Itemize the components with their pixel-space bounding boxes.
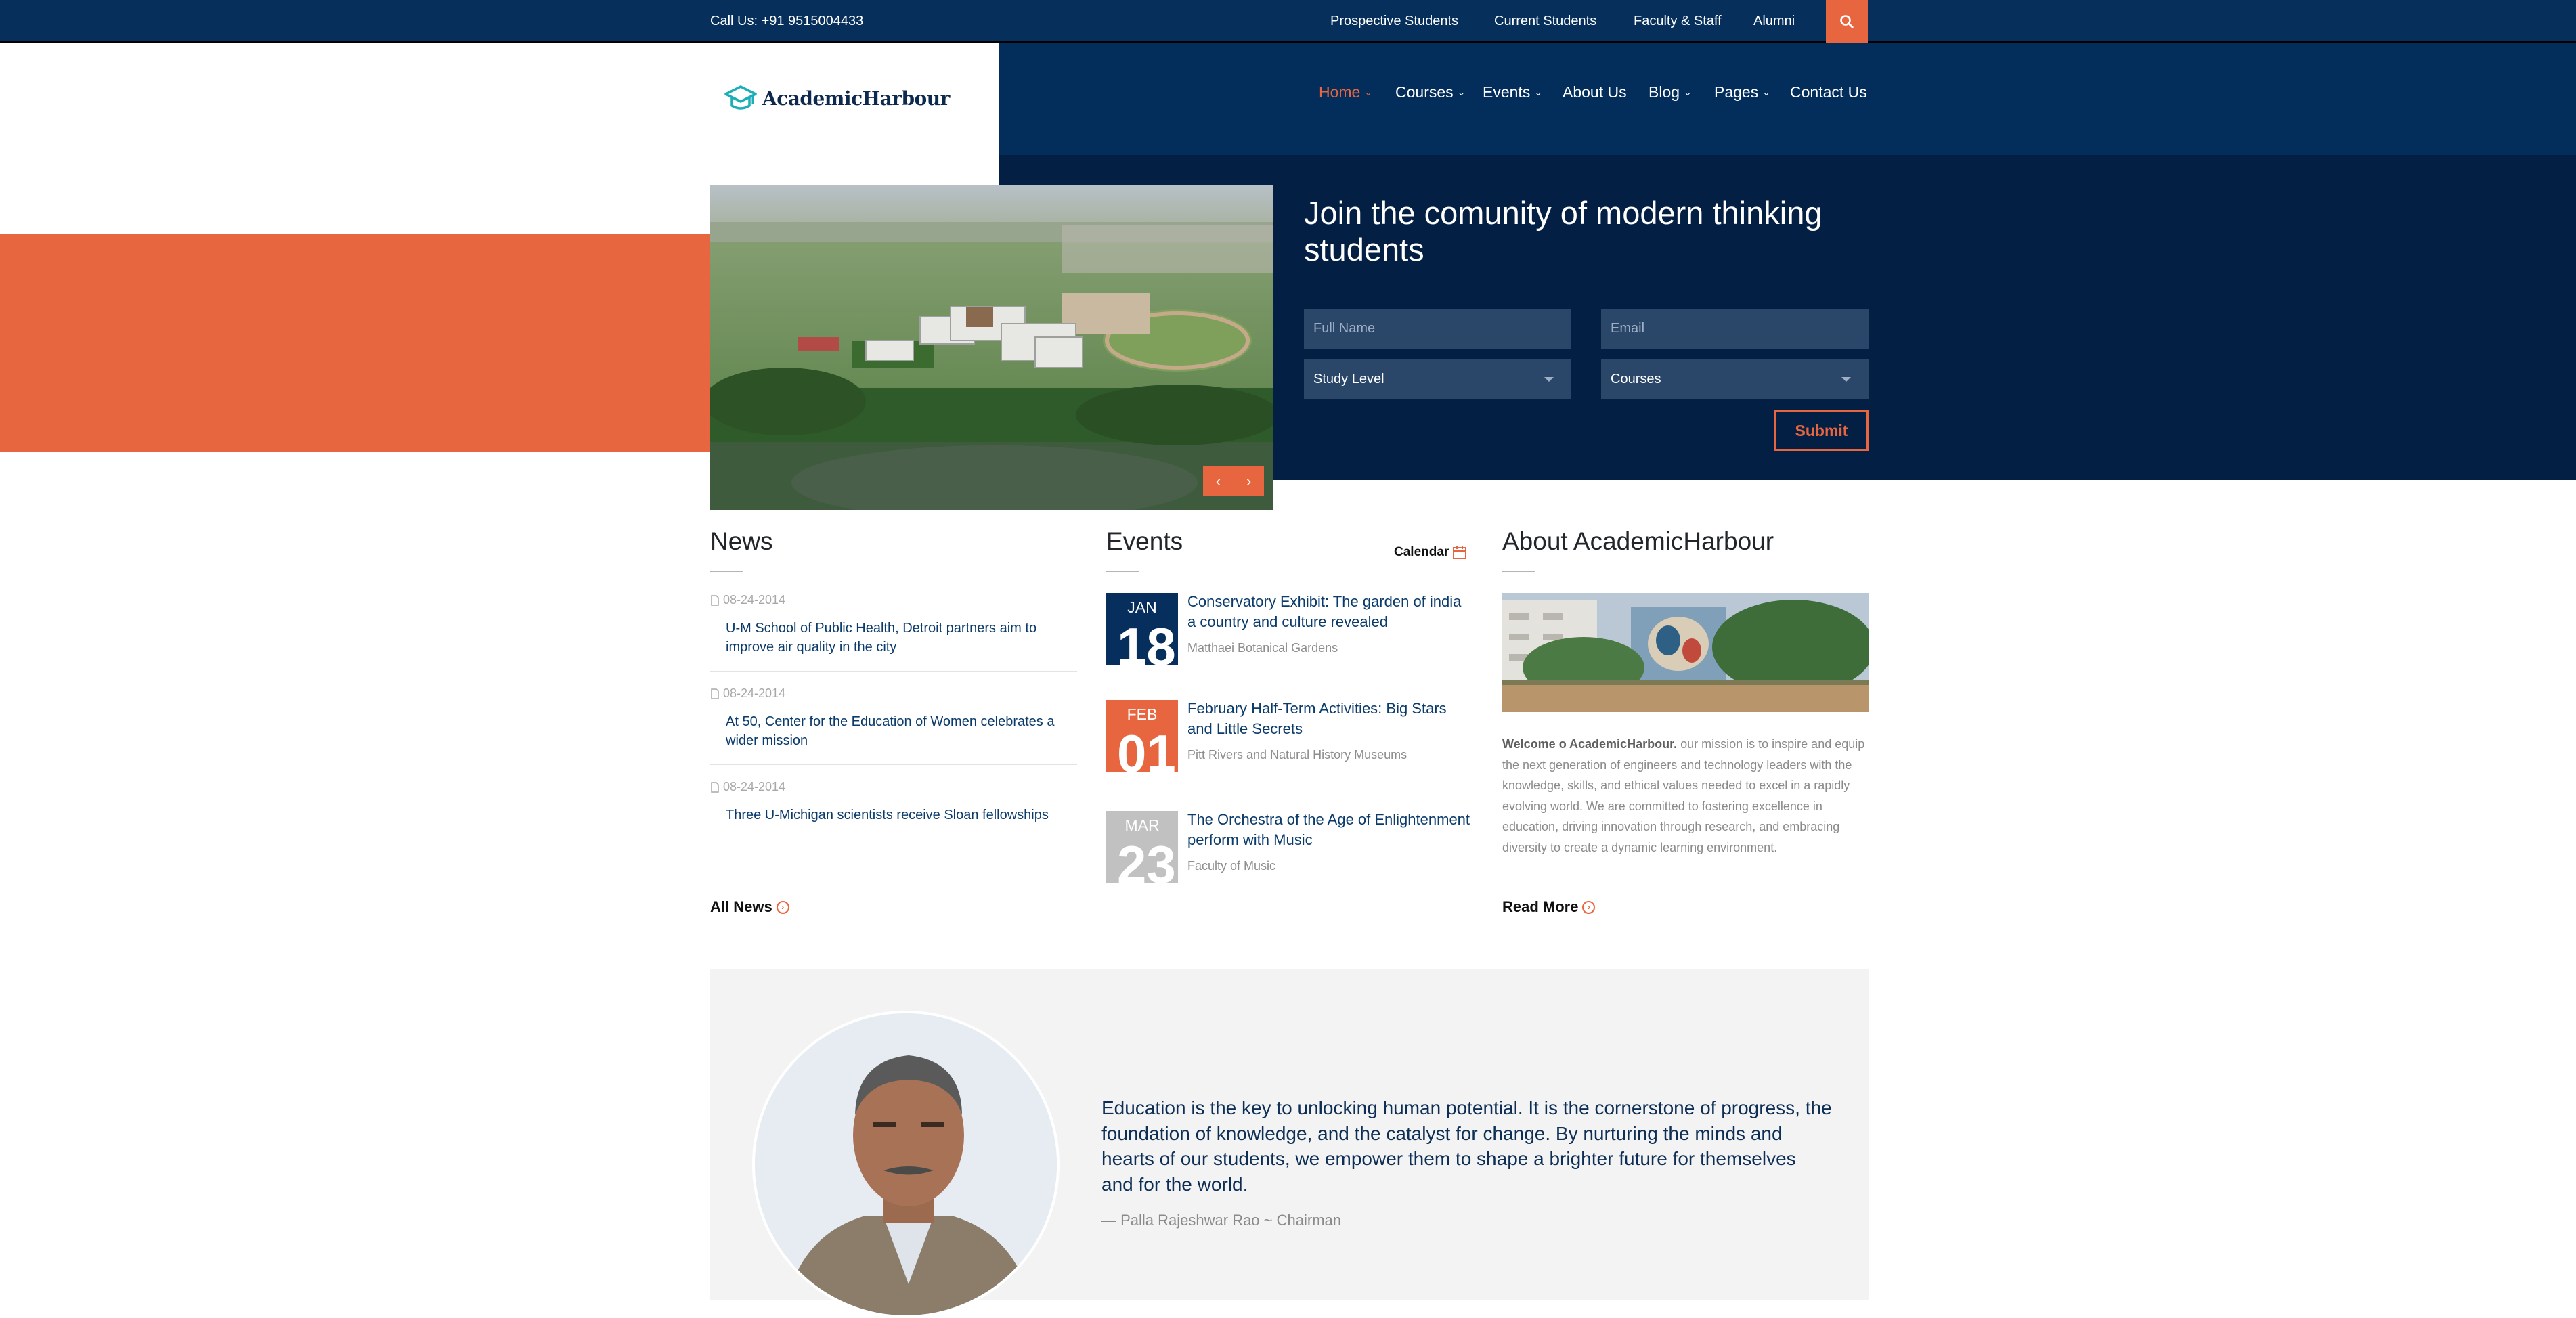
arrow-right-circle-icon: › <box>776 900 789 914</box>
event-title-link[interactable]: Conservatory Exhibit: The garden of indi… <box>1187 592 1472 632</box>
nav-courses[interactable]: Courses ⌄ <box>1395 83 1465 102</box>
email-input[interactable]: Email <box>1601 309 1869 349</box>
about-description: Welcome o AcademicHarbour. our mission i… <box>1502 734 1868 858</box>
event-month: JAN <box>1127 598 1157 616</box>
dropdown-arrow-icon <box>1841 377 1851 382</box>
about-title-underline <box>1502 571 1535 572</box>
event-location: Matthaei Botanical Gardens <box>1187 641 1338 655</box>
nav-blog[interactable]: Blog ⌄ <box>1649 83 1692 102</box>
chevron-left-icon: ‹ <box>1215 472 1221 489</box>
event-day: 23 <box>1117 835 1176 883</box>
event-date-box: MAR 23 <box>1106 811 1178 883</box>
about-title: About AcademicHarbour <box>1502 527 1774 555</box>
quote-author: — Palla Rajeshwar Rao ~ Chairman <box>1101 1212 1341 1229</box>
study-level-select[interactable]: Study Level <box>1304 359 1571 399</box>
chevron-down-icon: ⌄ <box>1762 87 1770 97</box>
chevron-down-icon: ⌄ <box>1534 87 1543 97</box>
event-location: Pitt Rivers and Natural History Museums <box>1187 748 1407 762</box>
study-level-value: Study Level <box>1313 372 1384 387</box>
courses-select[interactable]: Courses <box>1601 359 1869 399</box>
header-nav-bar <box>999 43 2576 155</box>
event-title-link[interactable]: The Orchestra of the Age of Enlightenmen… <box>1187 810 1472 850</box>
divider <box>710 671 1077 672</box>
quote-text: Education is the key to unlocking human … <box>1101 1097 1832 1195</box>
nav-pages[interactable]: Pages ⌄ <box>1714 83 1770 102</box>
news-date: 08-24-2014 <box>710 686 785 701</box>
phone-number: Call Us: +91 9515004433 <box>710 14 864 28</box>
news-title: News <box>710 527 773 555</box>
events-title: Events <box>1106 527 1183 555</box>
news-date: 08-24-2014 <box>710 780 785 794</box>
chairman-portrait <box>752 1011 1060 1318</box>
event-month: MAR <box>1125 816 1160 834</box>
document-icon <box>711 688 719 699</box>
calendar-icon <box>1453 546 1467 559</box>
arrow-right-circle-icon: › <box>1582 900 1596 914</box>
slider-controls: ‹ › <box>1203 466 1264 496</box>
about-body: our mission is to inspire and equip the … <box>1502 737 1865 854</box>
hero-campus-image <box>710 185 1273 510</box>
document-icon <box>711 781 719 793</box>
link-prospective-students[interactable]: Prospective Students <box>1330 14 1458 29</box>
full-name-input[interactable]: Full Name <box>1304 309 1571 349</box>
chevron-right-icon: › <box>1246 472 1252 489</box>
about-lead: Welcome o AcademicHarbour. <box>1502 737 1678 751</box>
chevron-down-icon: ⌄ <box>1364 87 1373 97</box>
event-date-box: JAN 18 <box>1106 593 1178 665</box>
event-location: Faculty of Music <box>1187 859 1276 873</box>
nav-contact-us[interactable]: Contact Us <box>1790 83 1867 102</box>
nav-events[interactable]: Events ⌄ <box>1483 83 1542 102</box>
search-icon <box>1840 14 1854 28</box>
courses-value: Courses <box>1611 372 1661 387</box>
search-button[interactable] <box>1826 0 1868 43</box>
news-item-link[interactable]: U-M School of Public Health, Detroit par… <box>726 619 1071 657</box>
divider <box>710 764 1077 765</box>
news-item-link[interactable]: At 50, Center for the Education of Women… <box>726 712 1071 750</box>
link-faculty-staff[interactable]: Faculty & Staff <box>1634 14 1722 29</box>
all-news-link[interactable]: All News › <box>710 898 789 916</box>
event-month: FEB <box>1127 705 1158 723</box>
top-bar: Call Us: +91 9515004433 Prospective Stud… <box>0 0 2576 43</box>
document-icon <box>711 594 719 606</box>
chevron-down-icon: ⌄ <box>1457 87 1466 97</box>
graduation-cap-icon <box>724 85 757 110</box>
nav-about-us[interactable]: About Us <box>1563 83 1627 102</box>
link-current-students[interactable]: Current Students <box>1494 14 1596 29</box>
link-alumni[interactable]: Alumni <box>1753 14 1795 29</box>
event-day: 01 <box>1117 724 1176 772</box>
site-logo[interactable]: AcademicHarbour <box>724 85 950 112</box>
news-title-underline <box>710 571 743 572</box>
chevron-down-icon: ⌄ <box>1684 87 1692 97</box>
hero-orange-band <box>0 234 711 452</box>
event-date-box: FEB 01 <box>1106 700 1178 772</box>
news-item-link[interactable]: Three U-Michigan scientists receive Sloa… <box>726 806 1078 825</box>
slider-prev-button[interactable]: ‹ <box>1203 466 1234 496</box>
dropdown-arrow-icon <box>1544 377 1554 382</box>
submit-button[interactable]: Submit <box>1774 410 1869 451</box>
read-more-link[interactable]: Read More › <box>1502 898 1596 916</box>
logo-text: AcademicHarbour <box>762 87 950 110</box>
events-title-underline <box>1106 571 1139 572</box>
news-date: 08-24-2014 <box>710 593 785 607</box>
calendar-link[interactable]: Calendar <box>1394 545 1467 560</box>
event-day: 18 <box>1117 617 1176 665</box>
slider-next-button[interactable]: › <box>1234 466 1264 496</box>
nav-home[interactable]: Home ⌄ <box>1319 83 1372 102</box>
event-title-link[interactable]: February Half-Term Activities: Big Stars… <box>1187 699 1472 739</box>
about-campus-image <box>1502 593 1869 712</box>
hero-title: Join the comunity of modern thinking stu… <box>1304 195 1822 267</box>
